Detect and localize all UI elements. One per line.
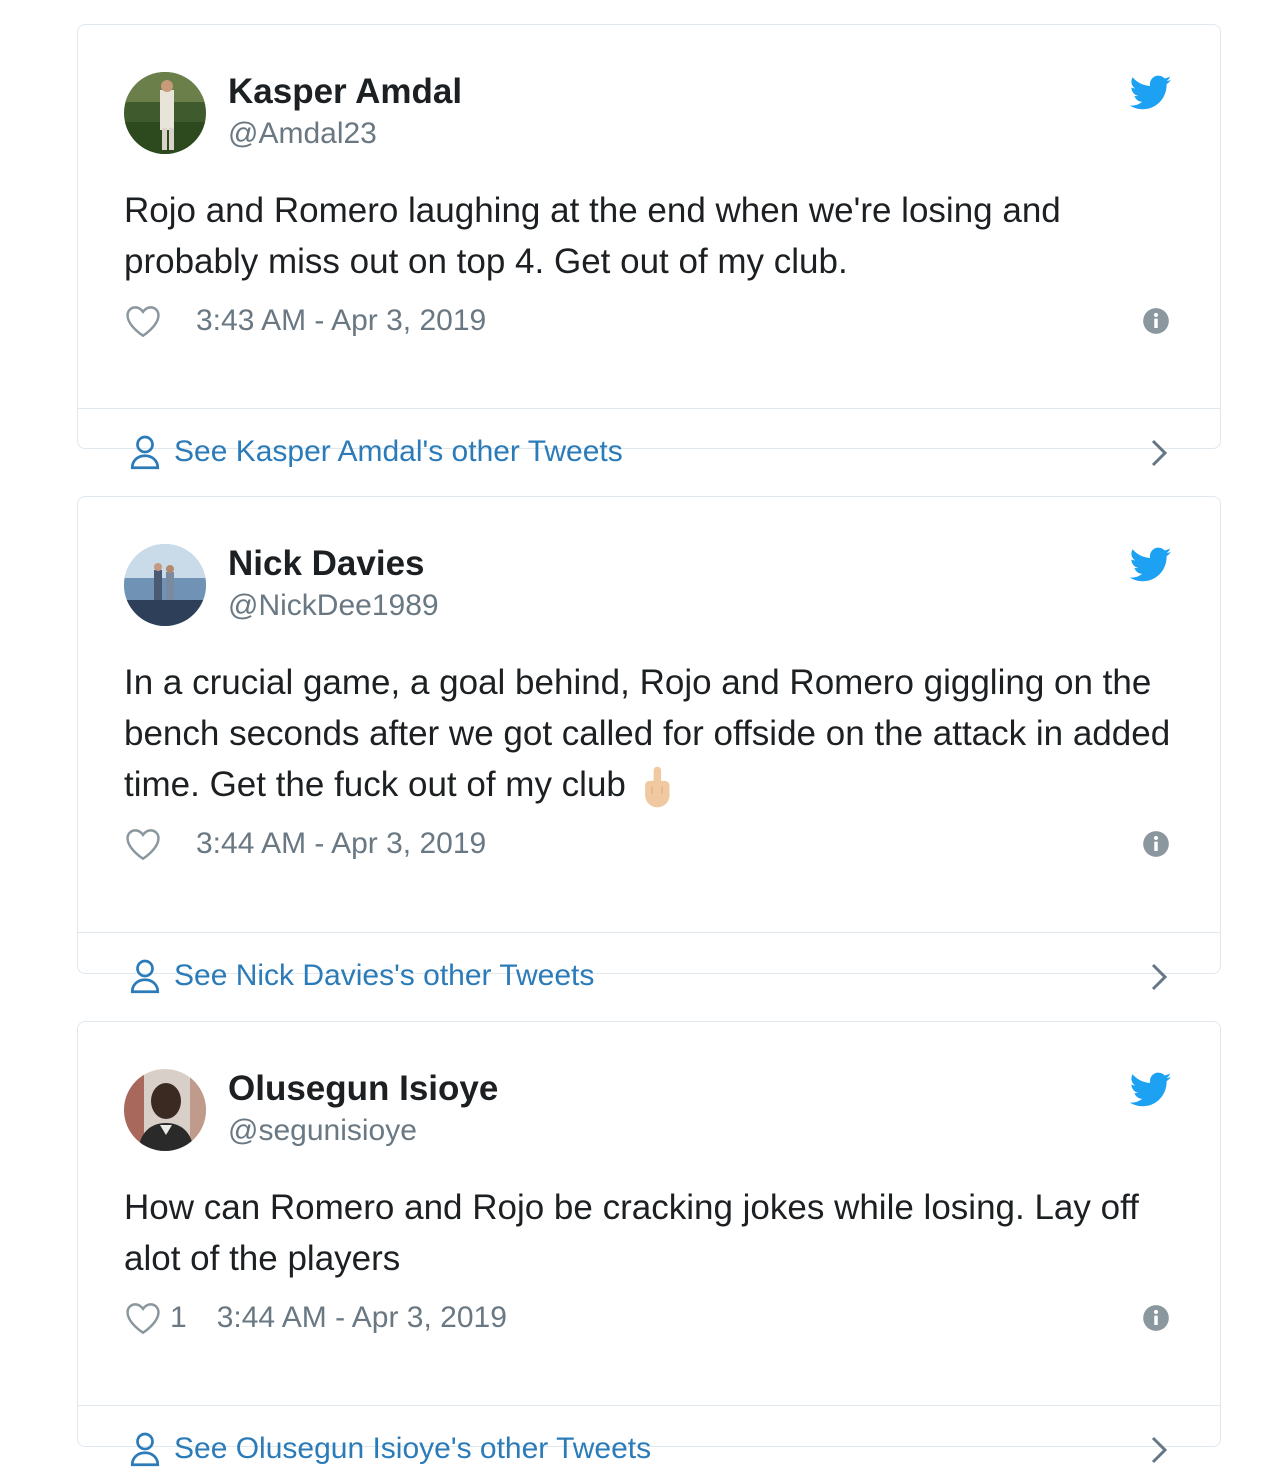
like-count[interactable]: 1 (170, 1301, 187, 1335)
tweet-header: Olusegun Isioye @segunisioye (124, 1068, 1174, 1152)
timestamp[interactable]: 3:44 AM - Apr 3, 2019 (217, 1301, 507, 1335)
tweet-card: Nick Davies @NickDee1989 In a crucial ga… (77, 496, 1221, 994)
tweet-body: Kasper Amdal @Amdal23 Rojo and Romero la… (78, 25, 1220, 361)
heart-icon[interactable] (124, 304, 162, 338)
tweet-meta: 1 3:44 AM - Apr 3, 2019 (124, 1288, 1174, 1348)
tweet-card: Kasper Amdal @Amdal23 Rojo and Romero la… (77, 24, 1221, 470)
user-handle[interactable]: @segunisioye (228, 1111, 498, 1151)
tweet-text: Rojo and Romero laughing at the end when… (124, 185, 1174, 287)
info-icon[interactable] (1142, 1304, 1170, 1332)
chevron-right-icon[interactable] (1150, 438, 1168, 468)
see-other-tweets-label[interactable]: See Nick Davies's other Tweets (174, 959, 594, 993)
embedded-tweets-page: Kasper Amdal @Amdal23 Rojo and Romero la… (0, 0, 1280, 1473)
tweet-card: Olusegun Isioye @segunisioye How can Rom… (77, 1021, 1221, 1467)
tweet-body: Olusegun Isioye @segunisioye How can Rom… (78, 1022, 1220, 1358)
chevron-right-icon[interactable] (1150, 1435, 1168, 1465)
avatar[interactable] (124, 72, 206, 154)
tweet-text-content: How can Romero and Rojo be cracking joke… (124, 1188, 1139, 1278)
see-other-tweets-link[interactable]: See Nick Davies's other Tweets (78, 933, 1220, 1019)
see-other-tweets-link[interactable]: See Olusegun Isioye's other Tweets (78, 1406, 1220, 1473)
display-name[interactable]: Kasper Amdal (228, 72, 462, 112)
info-icon[interactable] (1142, 830, 1170, 858)
tweet-author: Nick Davies @NickDee1989 (228, 544, 439, 626)
avatar[interactable] (124, 1069, 206, 1151)
person-icon (130, 435, 160, 470)
display-name[interactable]: Olusegun Isioye (228, 1069, 498, 1109)
tweet-header: Kasper Amdal @Amdal23 (124, 71, 1174, 155)
twitter-bird-icon[interactable] (1130, 75, 1172, 111)
tweet-text: How can Romero and Rojo be cracking joke… (124, 1182, 1174, 1284)
see-other-tweets-label[interactable]: See Olusegun Isioye's other Tweets (174, 1432, 651, 1466)
user-handle[interactable]: @Amdal23 (228, 114, 462, 154)
heart-icon[interactable] (124, 1301, 162, 1335)
info-icon[interactable] (1142, 307, 1170, 335)
tweet-text: In a crucial game, a goal behind, Rojo a… (124, 657, 1174, 810)
heart-icon[interactable] (124, 827, 162, 861)
tweet-author: Olusegun Isioye @segunisioye (228, 1069, 498, 1151)
twitter-bird-icon[interactable] (1130, 1072, 1172, 1108)
tweet-text-content: Rojo and Romero laughing at the end when… (124, 191, 1061, 281)
tweet-body: Nick Davies @NickDee1989 In a crucial ga… (78, 497, 1220, 885)
person-icon (130, 1432, 160, 1467)
display-name[interactable]: Nick Davies (228, 544, 439, 584)
tweet-meta: 3:44 AM - Apr 3, 2019 (124, 814, 1174, 874)
twitter-bird-icon[interactable] (1130, 547, 1172, 583)
person-icon (130, 959, 160, 994)
user-handle[interactable]: @NickDee1989 (228, 586, 439, 626)
avatar[interactable] (124, 544, 206, 626)
chevron-right-icon[interactable] (1150, 962, 1168, 992)
timestamp[interactable]: 3:43 AM - Apr 3, 2019 (196, 304, 486, 338)
tweet-header: Nick Davies @NickDee1989 (124, 543, 1174, 627)
see-other-tweets-label[interactable]: See Kasper Amdal's other Tweets (174, 435, 623, 469)
timestamp[interactable]: 3:44 AM - Apr 3, 2019 (196, 827, 486, 861)
middle-finger-emoji (645, 766, 670, 808)
tweet-meta: 3:43 AM - Apr 3, 2019 (124, 291, 1174, 351)
tweet-author: Kasper Amdal @Amdal23 (228, 72, 462, 154)
see-other-tweets-link[interactable]: See Kasper Amdal's other Tweets (78, 409, 1220, 495)
